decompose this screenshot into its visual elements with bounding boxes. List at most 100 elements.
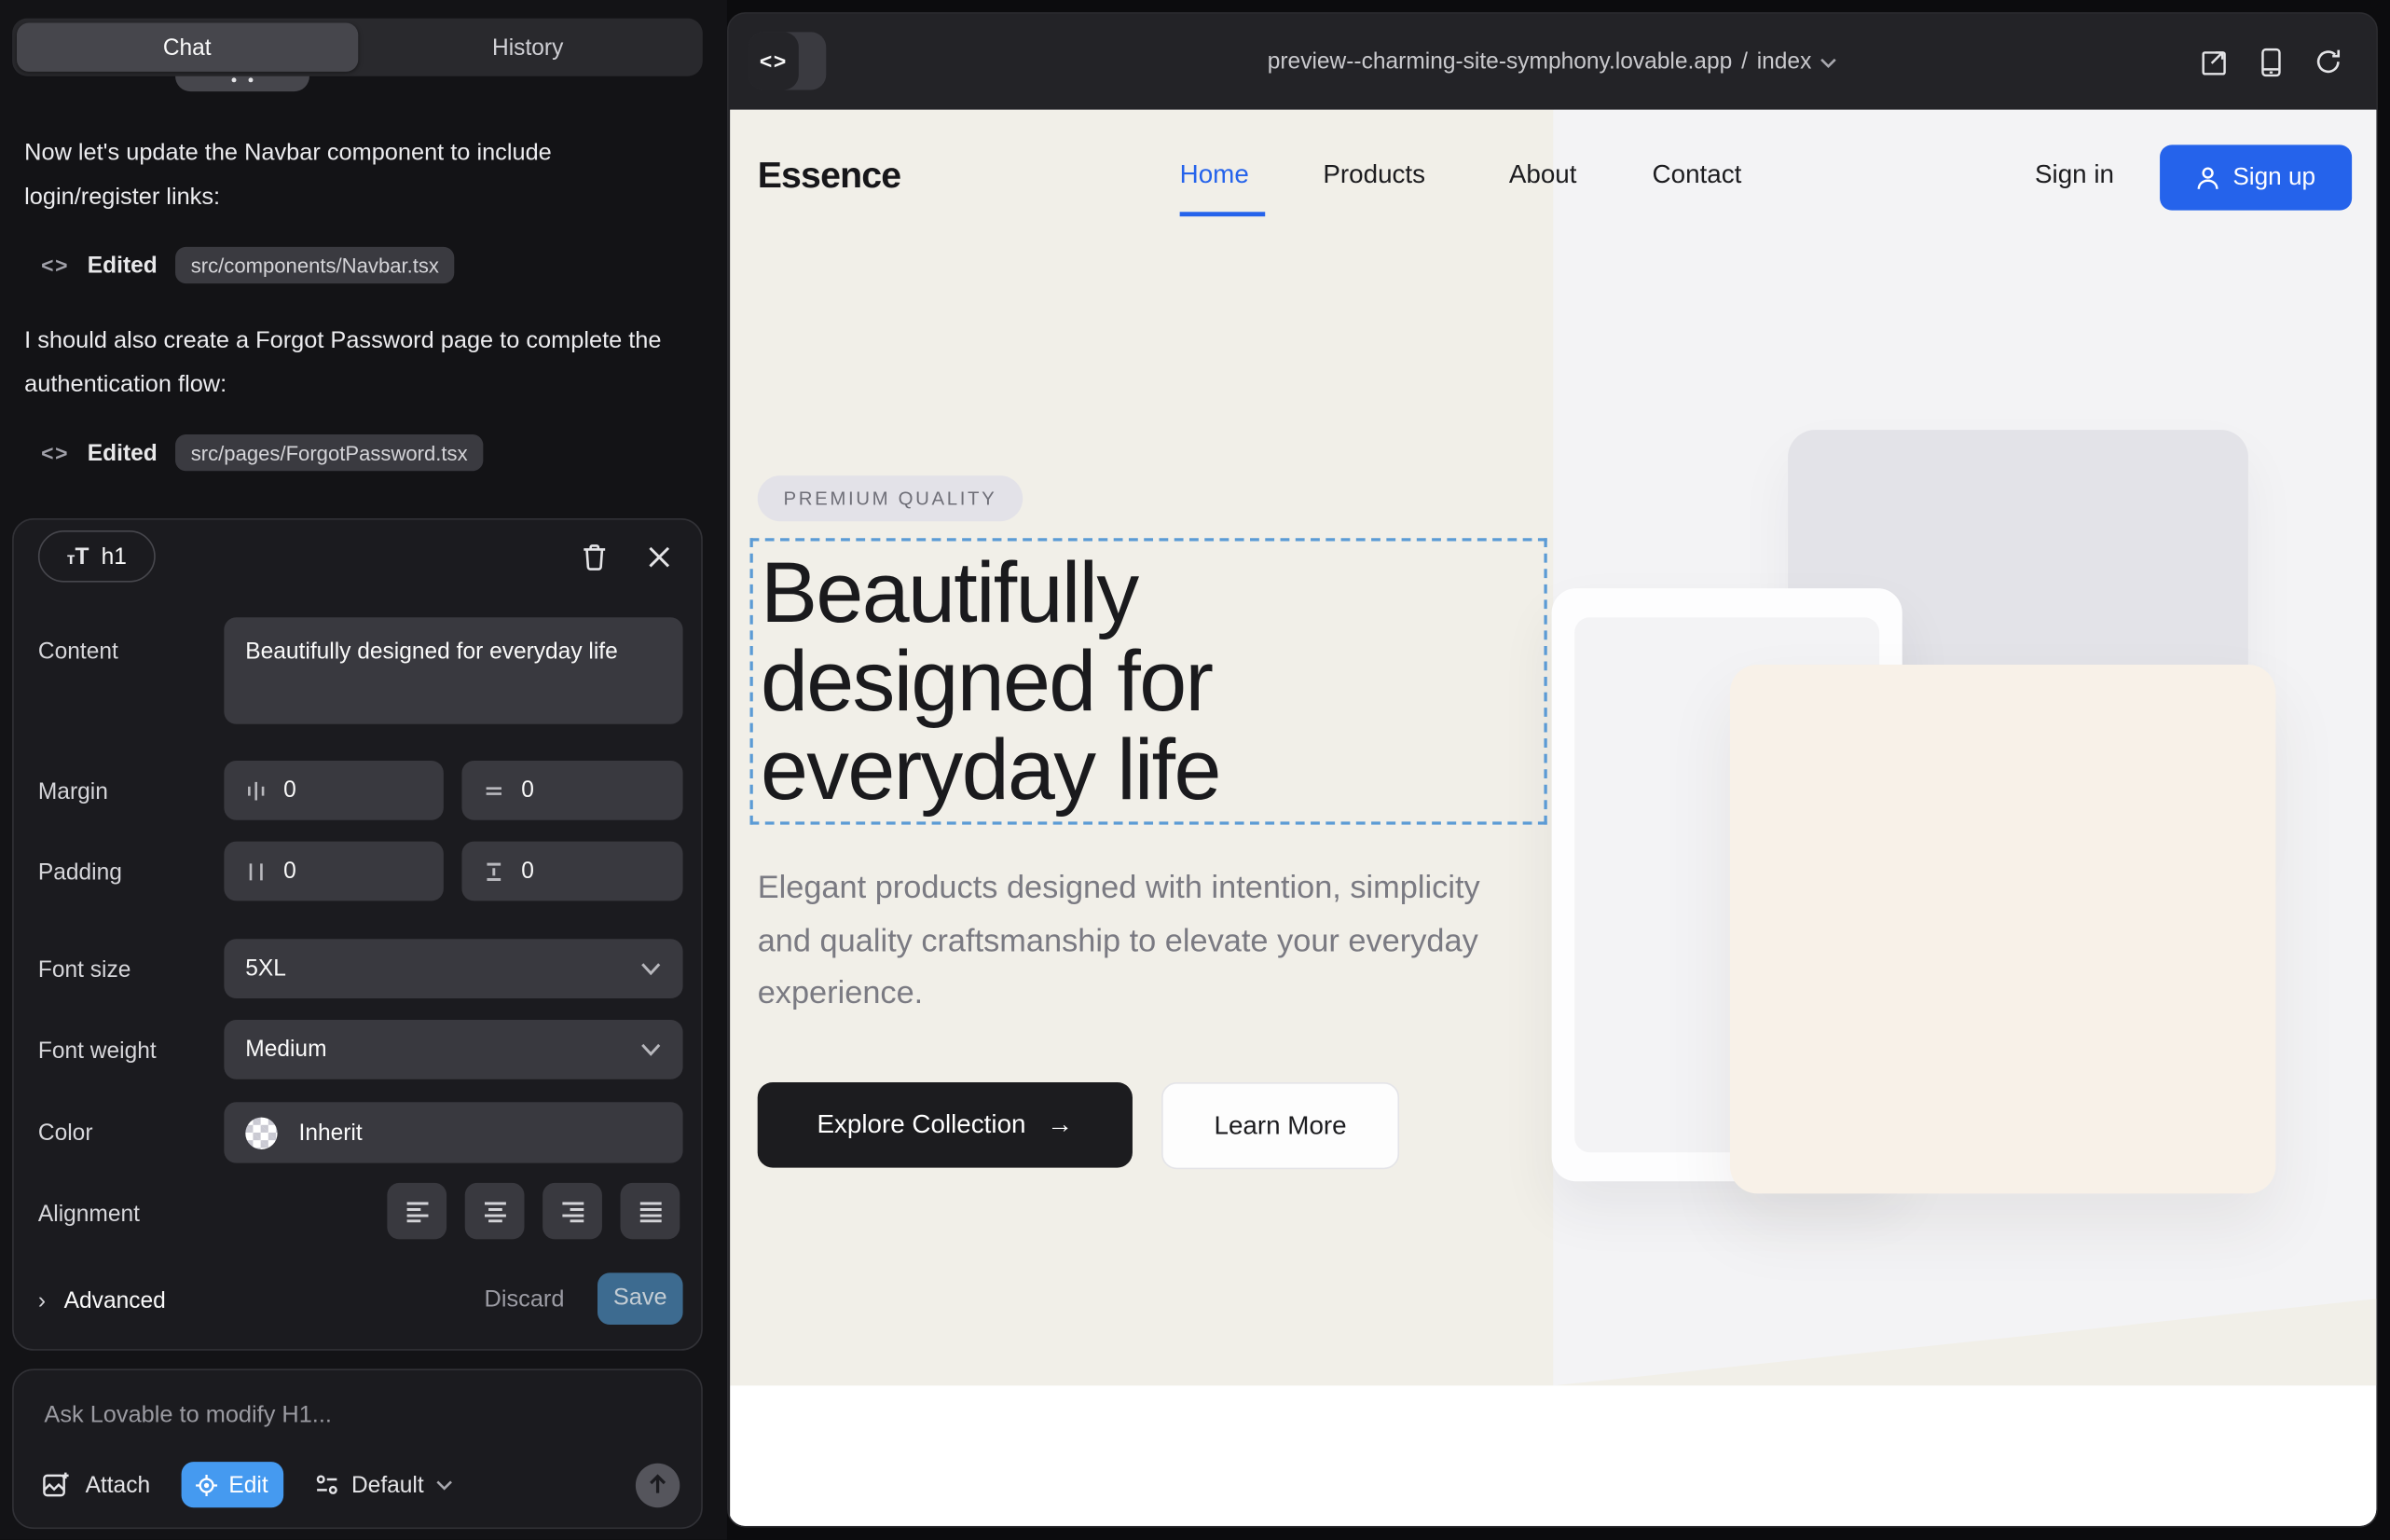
edited-file-row[interactable]: <> Edited src/components/Navbar.tsx <box>41 247 454 283</box>
align-right-button[interactable] <box>543 1183 602 1240</box>
edited-label: Edited <box>88 440 158 466</box>
edited-label: Edited <box>88 253 158 279</box>
url-separator: / <box>1741 48 1748 75</box>
margin-label: Margin <box>38 779 108 805</box>
preview-panel: preview--charming-site-symphony.lovable.… <box>727 12 2378 1527</box>
url-domain: preview--charming-site-symphony.lovable.… <box>1268 48 1733 75</box>
typography-icon: тT <box>67 543 89 570</box>
trash-icon <box>581 542 608 571</box>
margin-vertical-icon <box>482 778 506 803</box>
tab-chat[interactable]: Chat <box>17 23 357 72</box>
nav-link-about[interactable]: About <box>1509 160 1577 191</box>
decorative-card-cream <box>1730 665 2275 1193</box>
composer-toolbar: Attach Edit Default <box>41 1461 680 1509</box>
scrolled-badge-fragment <box>175 76 309 91</box>
section-below-hero <box>730 1385 2378 1527</box>
font-size-select[interactable]: 5XL <box>224 939 682 998</box>
advanced-toggle[interactable]: › Advanced <box>38 1279 166 1322</box>
edit-mode-button[interactable]: Edit <box>181 1462 283 1507</box>
align-right-icon <box>558 1199 585 1223</box>
chevron-down-icon <box>436 1479 453 1490</box>
composer-input[interactable]: Ask Lovable to modify H1... <box>44 1402 332 1429</box>
chevron-down-icon <box>1820 58 1837 68</box>
sliders-icon <box>313 1473 339 1497</box>
open-external-button[interactable] <box>2200 47 2231 77</box>
padding-horizontal-icon <box>244 859 268 883</box>
align-center-button[interactable] <box>465 1183 525 1240</box>
selected-element-pill[interactable]: тT h1 <box>38 530 156 583</box>
hero-description: Elegant products designed with intention… <box>758 863 1528 1021</box>
align-justify-button[interactable] <box>621 1183 680 1240</box>
edited-file-row[interactable]: <> Edited src/pages/ForgotPassword.tsx <box>41 434 483 471</box>
file-badge[interactable]: src/components/Navbar.tsx <box>175 247 454 283</box>
smartphone-icon <box>2260 47 2282 77</box>
signup-button[interactable]: Sign up <box>2160 144 2352 210</box>
close-icon <box>647 545 670 569</box>
content-input[interactable]: Beautifully designed for everyday life <box>224 617 682 723</box>
arrow-up-icon <box>648 1474 667 1495</box>
stage: Chat History Now let's update the Navbar… <box>0 0 2390 1540</box>
site-viewport: Essence Home Products About Contact Sign… <box>730 110 2378 1528</box>
active-nav-underline <box>1180 212 1266 216</box>
font-size-label: Font size <box>38 957 131 983</box>
attach-button[interactable]: Attach <box>41 1469 150 1500</box>
padding-label: Padding <box>38 859 122 886</box>
url-page: index <box>1757 48 1812 75</box>
file-badge[interactable]: src/pages/ForgotPassword.tsx <box>175 434 483 471</box>
model-selector[interactable]: Default <box>313 1472 453 1498</box>
refresh-icon <box>2313 48 2342 76</box>
open-external-icon <box>2200 48 2229 76</box>
discard-button[interactable]: Discard <box>471 1279 577 1322</box>
nav-link-products[interactable]: Products <box>1323 160 1425 191</box>
tab-history[interactable]: History <box>357 23 697 72</box>
align-left-icon <box>404 1199 431 1223</box>
send-button[interactable] <box>636 1463 680 1506</box>
margin-horizontal-input[interactable]: 0 <box>224 761 443 820</box>
code-icon: <> <box>749 32 799 89</box>
arrow-right-icon: → <box>1047 1109 1073 1140</box>
close-panel-button[interactable] <box>638 535 680 578</box>
padding-horizontal-input[interactable]: 0 <box>224 842 443 901</box>
alignment-label: Alignment <box>38 1202 140 1228</box>
site-logo[interactable]: Essence <box>758 156 901 199</box>
font-weight-select[interactable]: Medium <box>224 1020 682 1079</box>
chat-panel: Chat History Now let's update the Navbar… <box>0 0 727 1540</box>
mobile-view-button[interactable] <box>2256 47 2287 77</box>
font-weight-label: Font weight <box>38 1038 157 1065</box>
margin-vertical-input[interactable]: 0 <box>461 761 682 820</box>
color-select[interactable]: Inherit <box>224 1102 682 1162</box>
code-view-toggle[interactable]: <> <box>749 32 826 89</box>
preview-toolbar: preview--charming-site-symphony.lovable.… <box>729 14 2377 110</box>
delete-element-button[interactable] <box>573 535 616 578</box>
user-icon <box>2196 165 2219 189</box>
element-tag: h1 <box>102 543 127 570</box>
code-icon: <> <box>41 253 69 277</box>
padding-vertical-input[interactable]: 0 <box>461 842 682 901</box>
nav-link-contact[interactable]: Contact <box>1653 160 1742 191</box>
preview-actions <box>2200 14 2343 110</box>
align-center-icon <box>481 1199 508 1223</box>
color-label: Color <box>38 1121 93 1147</box>
element-editor-panel: тT h1 Content Beautifully designed for e… <box>12 518 703 1351</box>
signin-button[interactable]: Sign in <box>2035 160 2114 191</box>
chevron-right-icon: › <box>38 1287 46 1313</box>
learn-more-button[interactable]: Learn More <box>1161 1082 1399 1169</box>
padding-vertical-icon <box>482 859 506 883</box>
transparency-swatch-icon <box>245 1117 277 1148</box>
refresh-button[interactable] <box>2313 47 2343 77</box>
hero-heading[interactable]: Beautifully designed for everyday life <box>761 549 1220 815</box>
code-icon: <> <box>41 441 69 465</box>
chat-message: I should also create a Forgot Password p… <box>24 319 682 407</box>
margin-horizontal-icon <box>244 778 268 803</box>
align-justify-icon <box>637 1199 664 1223</box>
url-breadcrumb[interactable]: preview--charming-site-symphony.lovable.… <box>729 14 2377 110</box>
save-button[interactable]: Save <box>598 1272 683 1325</box>
explore-collection-button[interactable]: Explore Collection → <box>758 1082 1133 1168</box>
chevron-down-icon <box>640 962 662 976</box>
nav-link-home[interactable]: Home <box>1180 160 1249 191</box>
chat-message: Now let's update the Navbar component to… <box>24 131 682 220</box>
quality-badge: PREMIUM QUALITY <box>758 475 1023 521</box>
align-left-button[interactable] <box>387 1183 446 1240</box>
content-label: Content <box>38 639 118 665</box>
panel-tabs: Chat History <box>12 19 703 76</box>
